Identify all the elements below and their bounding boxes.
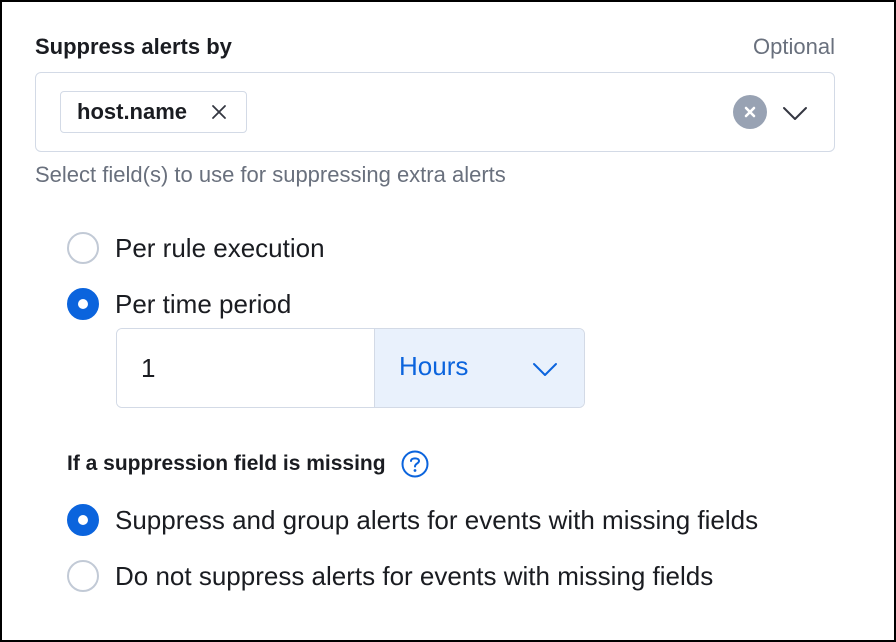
chevron-down-icon[interactable] — [781, 99, 809, 127]
time-unit-select[interactable]: Hours — [374, 329, 584, 407]
field-pill-host-name: host.name — [60, 91, 247, 133]
radio-per-time-period[interactable]: Per time period — [67, 287, 291, 321]
radio-button-checked[interactable] — [67, 504, 99, 536]
question-circle-icon[interactable] — [400, 449, 430, 479]
radio-suppress-and-group[interactable]: Suppress and group alerts for events wit… — [67, 503, 758, 537]
radio-button-checked[interactable] — [67, 288, 99, 320]
clear-icon — [744, 106, 756, 118]
optional-label: Optional — [753, 34, 835, 59]
time-unit-value: Hours — [399, 351, 469, 381]
clear-selection-button[interactable] — [733, 95, 767, 129]
radio-label: Per time period — [115, 288, 292, 319]
radio-label: Do not suppress alerts for events with m… — [115, 560, 714, 591]
radio-do-not-suppress[interactable]: Do not suppress alerts for events with m… — [67, 559, 713, 593]
time-period-group: Hours — [116, 328, 585, 408]
time-value-input[interactable] — [117, 329, 374, 407]
radio-button[interactable] — [67, 232, 99, 264]
suppression-panel: Suppress alerts by Optional host.name Se… — [0, 0, 896, 642]
suppress-field-label: Suppress alerts by — [35, 34, 232, 59]
radio-label: Suppress and group alerts for events wit… — [115, 504, 759, 535]
radio-label: Per rule execution — [115, 232, 325, 263]
close-icon[interactable] — [210, 103, 228, 121]
missing-field-label: If a suppression field is missing — [67, 452, 386, 475]
suppress-field-help-text: Select field(s) to use for suppressing e… — [35, 162, 506, 187]
suppress-field-header: Suppress alerts by Optional — [35, 32, 835, 64]
radio-button[interactable] — [67, 560, 99, 592]
suppress-fields-combobox[interactable]: host.name — [35, 72, 835, 152]
field-pill-label: host.name — [77, 99, 188, 124]
missing-field-header: If a suppression field is missing — [67, 448, 430, 480]
chevron-down-icon — [533, 363, 557, 376]
radio-per-rule-execution[interactable]: Per rule execution — [67, 231, 325, 265]
